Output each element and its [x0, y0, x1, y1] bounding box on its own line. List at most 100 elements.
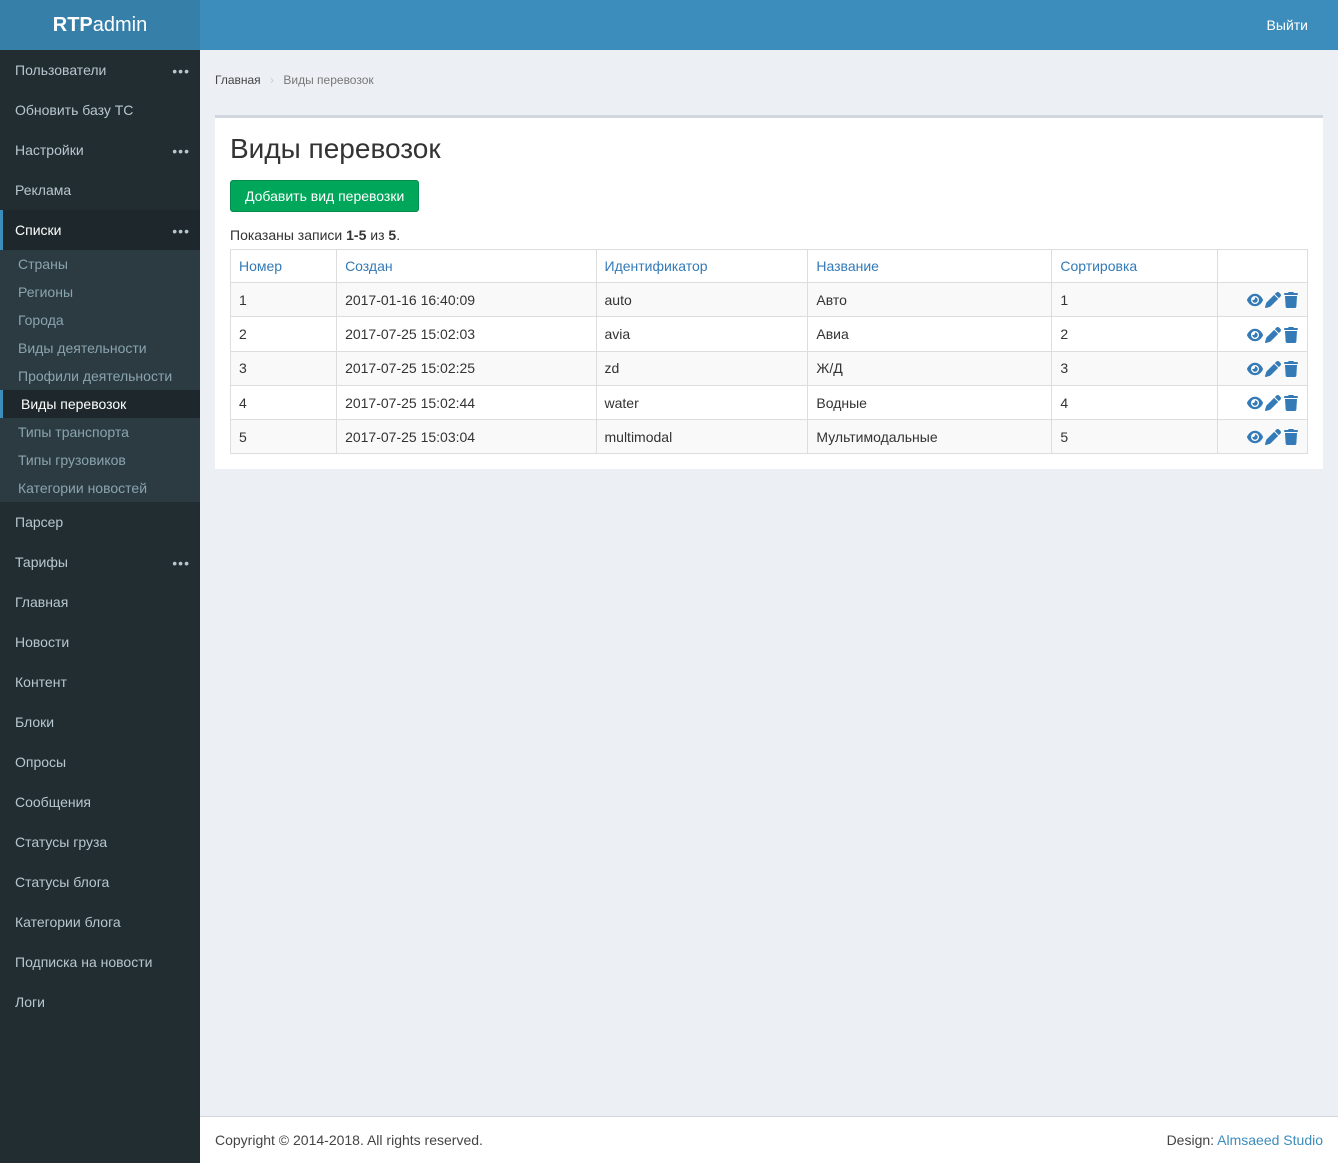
ellipsis-icon: •••: [172, 555, 190, 571]
sidebar-item: Подписка на новости: [0, 942, 200, 982]
cell-actions: [1218, 385, 1308, 419]
cell-name: Авто: [808, 283, 1052, 317]
sidebar-subitem: Виды перевозок: [0, 390, 200, 418]
ellipsis-icon: •••: [172, 143, 190, 159]
sidebar-link[interactable]: Парсер: [0, 502, 200, 542]
sidebar-item: Реклама: [0, 170, 200, 210]
sidebar-item: Статусы груза: [0, 822, 200, 862]
sidebar-sublink[interactable]: Виды перевозок: [0, 390, 200, 418]
edit-icon[interactable]: [1265, 429, 1281, 445]
table-header-row: Номер Создан Идентификатор Название Сорт…: [231, 250, 1308, 283]
sidebar-link[interactable]: Списки: [0, 210, 200, 250]
footer-design-link[interactable]: Almsaeed Studio: [1217, 1132, 1323, 1148]
sidebar-link[interactable]: Реклама: [0, 170, 200, 210]
view-icon[interactable]: [1247, 292, 1263, 308]
table-row: 12017-01-16 16:40:09autoАвто1: [231, 283, 1308, 317]
cell-name: Авиа: [808, 317, 1052, 351]
edit-icon[interactable]: [1265, 395, 1281, 411]
sidebar-item: Категории блога: [0, 902, 200, 942]
view-icon[interactable]: [1247, 327, 1263, 343]
view-icon[interactable]: [1247, 429, 1263, 445]
sidebar-subitem: Типы грузовиков: [0, 446, 200, 474]
col-name[interactable]: Название: [816, 258, 879, 274]
sidebar-item: Опросы: [0, 742, 200, 782]
col-sort[interactable]: Сортировка: [1060, 258, 1137, 274]
sidebar-link[interactable]: Опросы: [0, 742, 200, 782]
sidebar-link[interactable]: Обновить базу ТС: [0, 90, 200, 130]
sidebar-sublink[interactable]: Регионы: [0, 278, 200, 306]
view-icon[interactable]: [1247, 395, 1263, 411]
data-table: Номер Создан Идентификатор Название Сорт…: [230, 249, 1308, 454]
sidebar-link[interactable]: Сообщения: [0, 782, 200, 822]
cell-number: 1: [231, 283, 337, 317]
sidebar-link[interactable]: Подписка на новости: [0, 942, 200, 982]
sidebar-link[interactable]: Настройки: [0, 130, 200, 170]
cell-actions: [1218, 283, 1308, 317]
sidebar-subitem: Города: [0, 306, 200, 334]
sidebar-item: Главная: [0, 582, 200, 622]
delete-icon[interactable]: [1283, 327, 1299, 343]
sidebar-item: Настройки•••: [0, 130, 200, 170]
view-icon[interactable]: [1247, 361, 1263, 377]
cell-number: 5: [231, 420, 337, 454]
breadcrumb: Главная › Виды перевозок: [215, 65, 1323, 95]
logo[interactable]: RTPadmin: [0, 0, 200, 50]
breadcrumb-separator: ›: [270, 73, 274, 87]
delete-icon[interactable]: [1283, 429, 1299, 445]
col-number[interactable]: Номер: [239, 258, 282, 274]
col-identifier[interactable]: Идентификатор: [605, 258, 708, 274]
edit-icon[interactable]: [1265, 327, 1281, 343]
cell-created: 2017-07-25 15:02:44: [337, 385, 596, 419]
add-transport-type-button[interactable]: Добавить вид перевозки: [230, 180, 419, 212]
sidebar-link[interactable]: Категории блога: [0, 902, 200, 942]
cell-identifier: multimodal: [596, 420, 808, 454]
logout-link[interactable]: Выйти: [1252, 2, 1323, 48]
sidebar-sublink[interactable]: Профили деятельности: [0, 362, 200, 390]
sidebar-link[interactable]: Новости: [0, 622, 200, 662]
table-row: 52017-07-25 15:03:04multimodalМультимода…: [231, 420, 1308, 454]
sidebar-submenu: СтраныРегионыГородаВиды деятельностиПроф…: [0, 250, 200, 502]
delete-icon[interactable]: [1283, 361, 1299, 377]
breadcrumb-home[interactable]: Главная: [215, 73, 261, 87]
sidebar-sublink[interactable]: Страны: [0, 250, 200, 278]
logo-light: admin: [93, 14, 147, 36]
sidebar-subitem: Виды деятельности: [0, 334, 200, 362]
sidebar-sublink[interactable]: Города: [0, 306, 200, 334]
breadcrumb-current: Виды перевозок: [283, 73, 373, 87]
sidebar-link[interactable]: Логи: [0, 982, 200, 1022]
cell-number: 3: [231, 351, 337, 385]
header-right: Выйти: [200, 0, 1338, 50]
sidebar-subitem: Профили деятельности: [0, 362, 200, 390]
sidebar-link[interactable]: Статусы блога: [0, 862, 200, 902]
table-row: 22017-07-25 15:02:03aviaАвиа2: [231, 317, 1308, 351]
sidebar-link[interactable]: Главная: [0, 582, 200, 622]
sidebar-link[interactable]: Статусы груза: [0, 822, 200, 862]
delete-icon[interactable]: [1283, 292, 1299, 308]
sidebar-item: Новости: [0, 622, 200, 662]
sidebar-link[interactable]: Блоки: [0, 702, 200, 742]
sidebar-item: Обновить базу ТС: [0, 90, 200, 130]
cell-number: 4: [231, 385, 337, 419]
sidebar-subitem: Регионы: [0, 278, 200, 306]
sidebar-subitem: Типы транспорта: [0, 418, 200, 446]
edit-icon[interactable]: [1265, 292, 1281, 308]
records-summary: Показаны записи 1-5 из 5.: [230, 227, 1308, 243]
col-created[interactable]: Создан: [345, 258, 393, 274]
sidebar: Пользователи ••• Обновить базу ТСНастройки…: [0, 50, 200, 1163]
sidebar-item: Парсер: [0, 502, 200, 542]
sidebar-sublink[interactable]: Типы транспорта: [0, 418, 200, 446]
sidebar-menu: Пользователи ••• Обновить базу ТСНастройки…: [0, 50, 200, 1022]
cell-sort: 1: [1052, 283, 1218, 317]
sidebar-link[interactable]: Пользователи: [0, 50, 200, 90]
sidebar-link[interactable]: Тарифы: [0, 542, 200, 582]
edit-icon[interactable]: [1265, 361, 1281, 377]
sidebar-sublink[interactable]: Типы грузовиков: [0, 446, 200, 474]
sidebar-item: Блоки: [0, 702, 200, 742]
content-box: Виды перевозок Добавить вид перевозки По…: [215, 115, 1323, 469]
delete-icon[interactable]: [1283, 395, 1299, 411]
sidebar-link[interactable]: Контент: [0, 662, 200, 702]
cell-created: 2017-07-25 15:02:03: [337, 317, 596, 351]
sidebar-sublink[interactable]: Виды деятельности: [0, 334, 200, 362]
cell-sort: 2: [1052, 317, 1218, 351]
sidebar-sublink[interactable]: Категории новостей: [0, 474, 200, 502]
